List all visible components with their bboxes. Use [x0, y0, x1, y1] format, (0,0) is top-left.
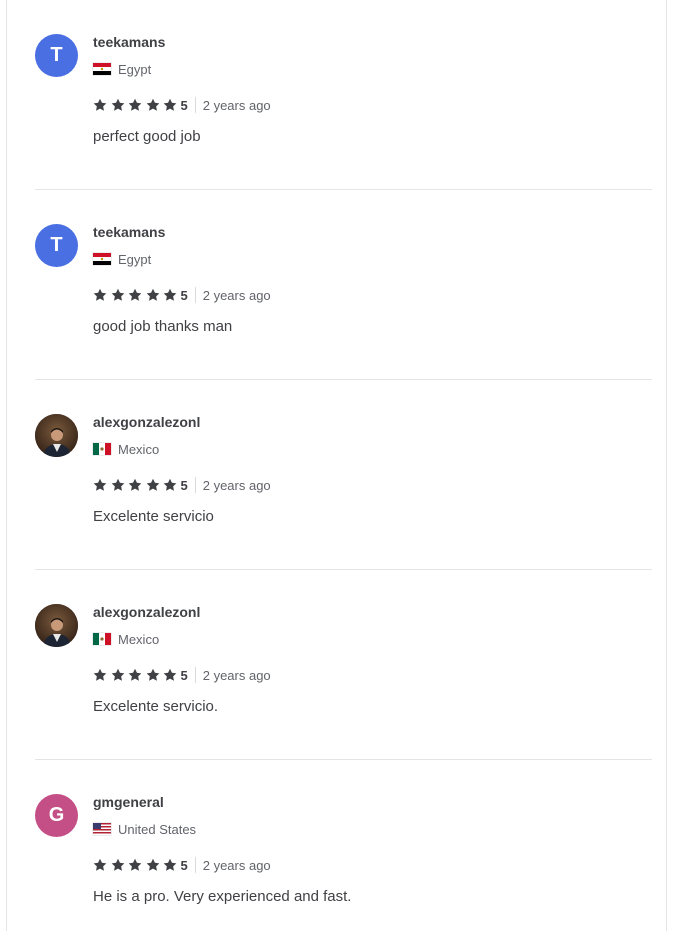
- avatar[interactable]: G: [35, 794, 78, 837]
- reviewer-country: United States: [93, 821, 196, 837]
- country-name: Egypt: [118, 251, 152, 267]
- star-icon: [111, 288, 124, 301]
- user-photo-icon: [35, 414, 78, 457]
- star-icon: [163, 858, 177, 871]
- country-name: Mexico: [118, 631, 160, 647]
- review-time: 2 years ago: [202, 477, 271, 493]
- star-icon: [146, 478, 159, 491]
- avatar[interactable]: [35, 604, 78, 647]
- avatar[interactable]: [35, 414, 78, 457]
- rating-divider: [194, 287, 196, 303]
- egypt-flag-icon: [93, 63, 111, 75]
- avatar-letter: T: [50, 44, 63, 66]
- reviewer-username[interactable]: gmgeneral: [93, 794, 164, 810]
- star-icon: [111, 98, 124, 111]
- review-time: 2 years ago: [202, 287, 271, 303]
- star-icon: [163, 98, 177, 111]
- mexico-flag-icon: [93, 633, 111, 645]
- star-icon: [128, 288, 142, 301]
- rating-row: 5 2 years ago: [93, 856, 271, 874]
- avatar[interactable]: T: [35, 224, 78, 267]
- star-rating: [93, 668, 181, 682]
- star-rating: [93, 288, 181, 302]
- star-icon: [163, 288, 177, 301]
- mexico-flag-icon: [93, 443, 111, 455]
- rating-divider: [194, 857, 196, 873]
- star-icon: [128, 478, 142, 491]
- rating-value: 5: [180, 97, 188, 113]
- egypt-flag-icon: [93, 253, 111, 265]
- star-icon: [93, 98, 107, 111]
- reviewer-country: Egypt: [93, 61, 151, 77]
- avatar-letter: T: [50, 234, 63, 256]
- star-rating: [93, 858, 181, 872]
- review-comment: Excelente servicio.: [93, 698, 219, 715]
- star-icon: [163, 668, 177, 681]
- country-name: United States: [118, 821, 197, 837]
- review-comment: He is a pro. Very experienced and fast.: [93, 888, 352, 905]
- review-time: 2 years ago: [202, 667, 271, 683]
- review-time: 2 years ago: [202, 857, 271, 873]
- star-icon: [146, 98, 159, 111]
- star-icon: [146, 668, 159, 681]
- reviews-panel: T teekamans Egypt 5 2 years ago perfect …: [6, 0, 667, 931]
- review-item: T teekamans Egypt: [35, 0, 652, 190]
- us-flag-icon: [93, 823, 111, 835]
- star-icon: [146, 288, 159, 301]
- star-icon: [93, 858, 107, 871]
- review-list: T teekamans Egypt 5 2 years ago perfect …: [35, 0, 652, 950]
- review-item: alexgonzalezonl Mexico 5 2 years ago Exc…: [35, 570, 652, 760]
- star-icon: [111, 478, 124, 491]
- user-photo-icon: [35, 604, 78, 647]
- reviewer-username[interactable]: alexgonzalezonl: [93, 604, 200, 620]
- rating-row: 5 2 years ago: [93, 96, 271, 114]
- star-rating: [93, 98, 181, 112]
- star-icon: [128, 668, 142, 681]
- reviewer-country: Egypt: [93, 251, 151, 267]
- reviewer-country: Mexico: [93, 441, 159, 457]
- star-icon: [163, 478, 177, 491]
- rating-value: 5: [180, 477, 188, 493]
- star-icon: [128, 98, 142, 111]
- star-icon: [111, 668, 124, 681]
- star-icon: [146, 858, 159, 871]
- reviewer-username[interactable]: alexgonzalezonl: [93, 414, 200, 430]
- rating-divider: [194, 97, 196, 113]
- rating-divider: [194, 477, 196, 493]
- star-icon: [128, 858, 142, 871]
- review-comment: good job thanks man: [93, 318, 233, 335]
- star-icon: [111, 858, 124, 871]
- avatar-letter: G: [48, 804, 65, 826]
- avatar[interactable]: T: [35, 34, 78, 77]
- rating-divider: [194, 667, 196, 683]
- country-name: Egypt: [118, 61, 152, 77]
- star-icon: [93, 288, 107, 301]
- rating-row: 5 2 years ago: [93, 286, 271, 304]
- reviewer-username[interactable]: teekamans: [93, 34, 165, 50]
- star-rating: [93, 478, 181, 492]
- review-item: G gmgeneral United States 5 2 years ago …: [35, 760, 652, 950]
- review-item: alexgonzalezonl Mexico 5 2 years ago Exc…: [35, 380, 652, 570]
- country-name: Mexico: [118, 441, 160, 457]
- star-icon: [93, 478, 107, 491]
- rating-row: 5 2 years ago: [93, 666, 271, 684]
- review-time: 2 years ago: [202, 97, 271, 113]
- reviewer-country: Mexico: [93, 631, 159, 647]
- rating-value: 5: [180, 667, 188, 683]
- rating-value: 5: [180, 857, 188, 873]
- rating-value: 5: [180, 287, 188, 303]
- review-comment: perfect good job: [93, 128, 201, 145]
- reviewer-username[interactable]: teekamans: [93, 224, 165, 240]
- star-icon: [93, 668, 107, 681]
- review-comment: Excelente servicio: [93, 508, 214, 525]
- review-item: T teekamans Egypt: [35, 190, 652, 380]
- rating-row: 5 2 years ago: [93, 476, 271, 494]
